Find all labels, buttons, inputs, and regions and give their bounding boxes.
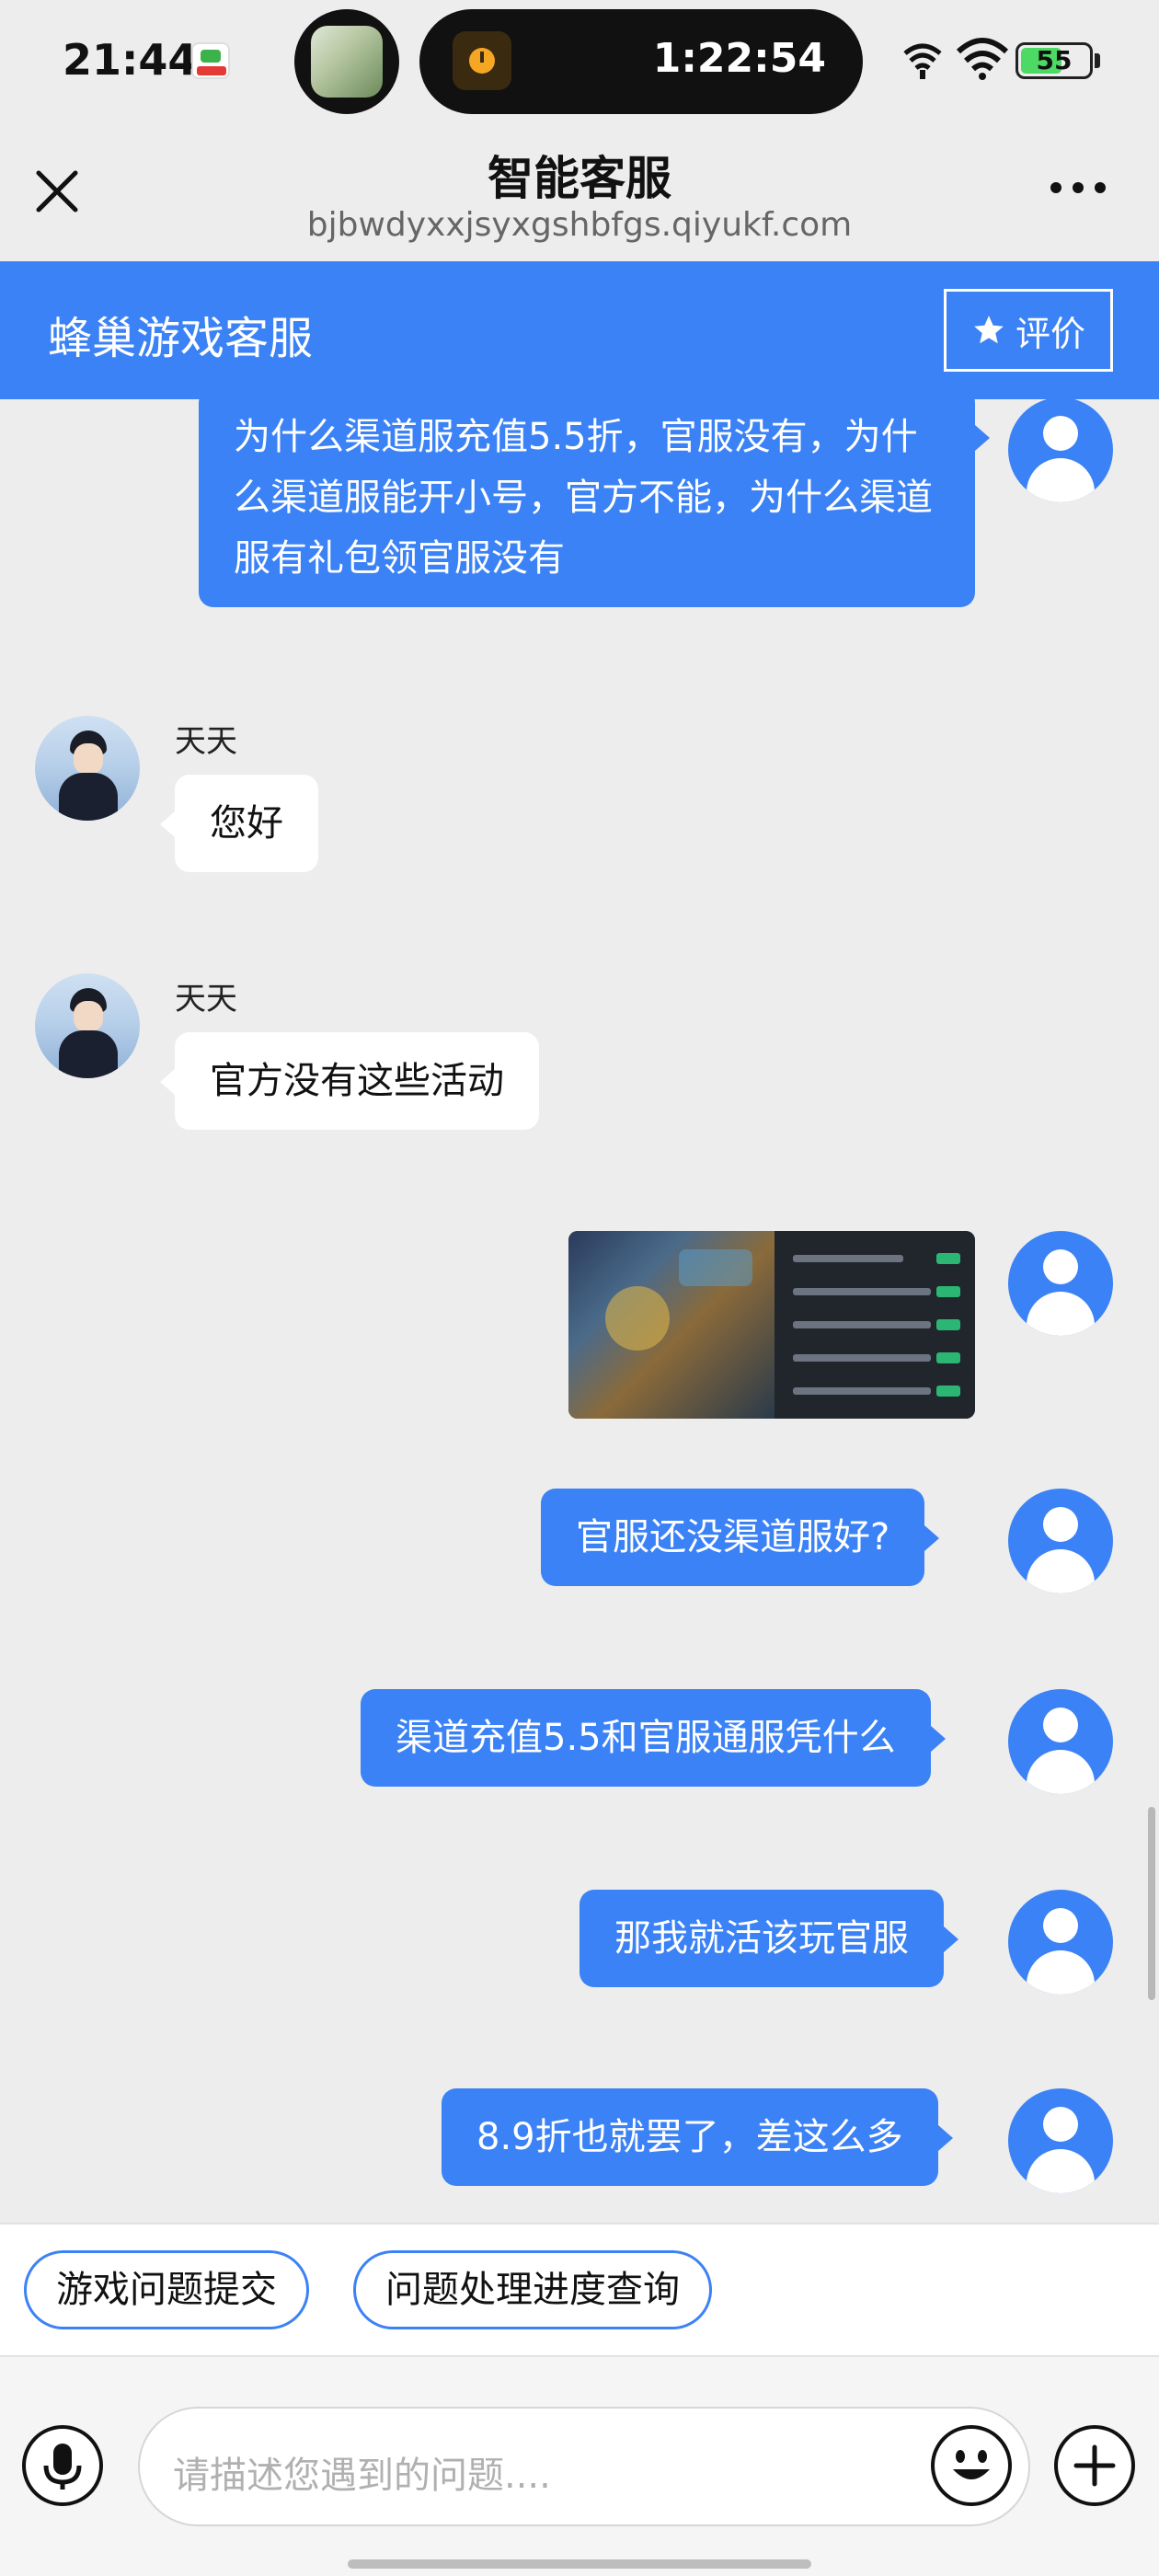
emoji-button[interactable] bbox=[931, 2425, 1012, 2506]
game-screenshot-scene bbox=[568, 1231, 775, 1419]
plus-icon bbox=[1073, 2444, 1116, 2487]
message-text: 那我就活该玩官服 bbox=[614, 1917, 909, 1960]
agent-message: 官方没有这些活动 bbox=[160, 1032, 539, 1130]
plus-button[interactable] bbox=[1054, 2425, 1135, 2506]
rate-button[interactable]: 评价 bbox=[944, 289, 1113, 372]
message-text: 为什么渠道服充值5.5折，官服没有，为什么渠道服能开小号，官方不能，为什么渠道服… bbox=[234, 416, 933, 580]
nav-bar: 智能客服 bjbwdyxxjsyxgshbfgs.qiyukf.com bbox=[0, 125, 1159, 261]
user-message: 官服还没渠道服好? bbox=[541, 1489, 940, 1586]
game-screenshot-list bbox=[775, 1231, 975, 1419]
user-message: 为什么渠道服充值5.5折，官服没有，为什么渠道服能开小号，官方不能，为什么渠道服… bbox=[199, 399, 990, 607]
user-avatar[interactable] bbox=[1008, 1231, 1113, 1336]
status-time: 21:44 bbox=[63, 35, 198, 85]
stopwatch-icon bbox=[453, 31, 511, 90]
rate-label: 评价 bbox=[1015, 313, 1085, 354]
battery-tip bbox=[1095, 53, 1100, 68]
dynamic-island-app bbox=[294, 9, 399, 114]
user-message: 那我就活该玩官服 bbox=[580, 1890, 958, 1987]
page-url: bjbwdyxxjsyxgshbfgs.qiyukf.com bbox=[306, 206, 853, 244]
quick-action-submit-issue[interactable]: 游戏问题提交 bbox=[24, 2250, 309, 2329]
status-bar: 21:44 1:22:54 55 bbox=[0, 0, 1159, 125]
chat-scrollbar[interactable] bbox=[1148, 1807, 1155, 2000]
emoji-icon bbox=[953, 2450, 990, 2479]
user-avatar[interactable] bbox=[1008, 399, 1113, 502]
user-message: 渠道充值5.5和官服通服凭什么 bbox=[361, 1689, 946, 1787]
user-message: 8.9折也就罢了，差这么多 bbox=[442, 2088, 953, 2186]
quick-actions-bar: 游戏问题提交 问题处理进度查询 bbox=[0, 2223, 1159, 2355]
microphone-icon bbox=[43, 2444, 82, 2490]
message-input[interactable]: 请描述您遇到的问题.... bbox=[138, 2407, 1030, 2526]
cellular-signal-icon bbox=[903, 43, 942, 79]
quick-action-check-progress[interactable]: 问题处理进度查询 bbox=[353, 2250, 712, 2329]
battery-icon: 55 bbox=[1016, 42, 1093, 79]
user-avatar[interactable] bbox=[1008, 2088, 1113, 2193]
agent-message: 您好 bbox=[160, 775, 318, 872]
app-notification-icon bbox=[191, 42, 230, 79]
message-text: 渠道充值5.5和官服通服凭什么 bbox=[396, 1717, 896, 1759]
timer-value: 1:22:54 bbox=[652, 35, 826, 82]
agent-avatar[interactable] bbox=[35, 716, 140, 821]
message-text: 您好 bbox=[210, 802, 283, 845]
input-placeholder: 请描述您遇到的问题.... bbox=[173, 2455, 551, 2497]
chat-area[interactable]: 为什么渠道服充值5.5折，官服没有，为什么渠道服能开小号，官方不能，为什么渠道服… bbox=[0, 399, 1159, 2223]
page-title: 智能客服 bbox=[488, 152, 671, 205]
message-text: 官方没有这些活动 bbox=[210, 1060, 504, 1102]
agent-avatar[interactable] bbox=[35, 973, 140, 1078]
more-icon[interactable] bbox=[1049, 178, 1107, 197]
agent-name: 天天 bbox=[175, 981, 237, 1018]
user-avatar[interactable] bbox=[1008, 1689, 1113, 1794]
user-avatar[interactable] bbox=[1008, 1890, 1113, 1995]
message-text: 8.9折也就罢了，差这么多 bbox=[476, 2116, 903, 2158]
microphone-button[interactable] bbox=[22, 2425, 103, 2506]
image-message[interactable] bbox=[568, 1231, 975, 1419]
dynamic-island-timer: 1:22:54 bbox=[419, 9, 863, 114]
battery-percent: 55 bbox=[1036, 45, 1073, 75]
input-bar: 请描述您遇到的问题.... bbox=[0, 2355, 1159, 2576]
message-text: 官服还没渠道服好? bbox=[576, 1516, 890, 1558]
service-title: 蜂巢游戏客服 bbox=[48, 313, 314, 364]
user-avatar[interactable] bbox=[1008, 1489, 1113, 1593]
game-app-icon bbox=[311, 26, 383, 98]
agent-name: 天天 bbox=[175, 723, 237, 760]
star-icon bbox=[974, 316, 1004, 344]
service-header: 蜂巢游戏客服 评价 bbox=[0, 261, 1159, 399]
wifi-icon bbox=[957, 38, 1008, 80]
home-indicator[interactable] bbox=[348, 2559, 811, 2569]
